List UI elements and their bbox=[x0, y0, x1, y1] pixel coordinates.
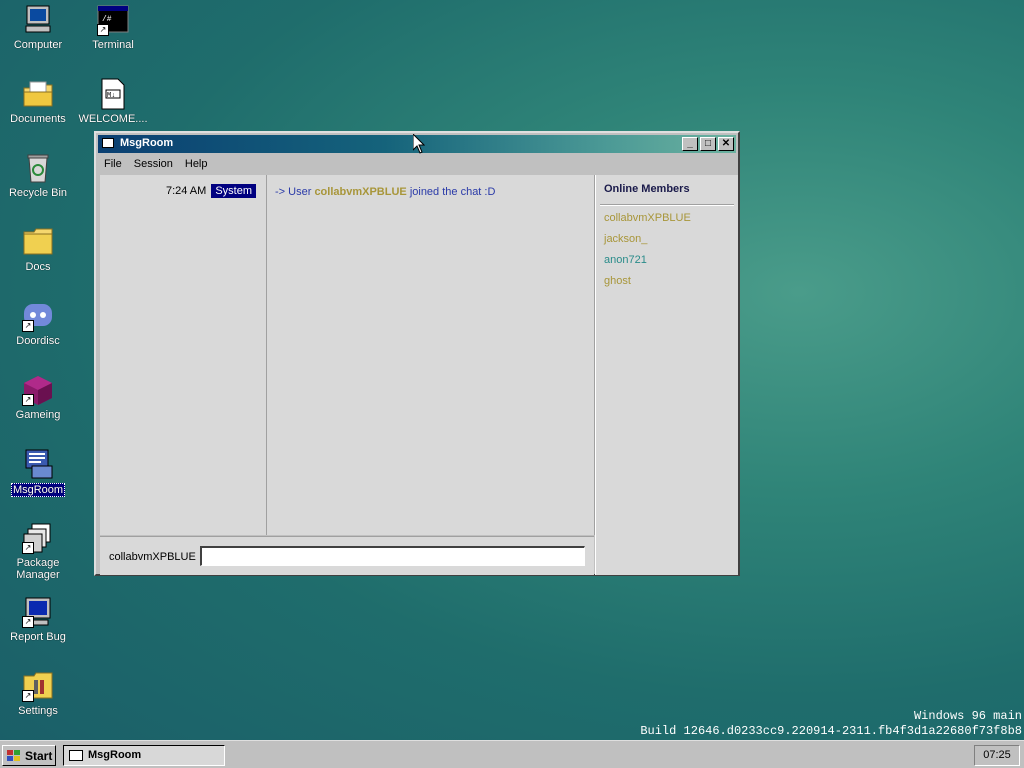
message-time: 7:24 AM bbox=[165, 185, 207, 197]
message-timestamps-pane: 7:24 AM System bbox=[100, 175, 267, 535]
desktop-icon-label: Computer bbox=[13, 39, 63, 51]
terminal-icon: /# ↗ bbox=[97, 4, 129, 36]
chat-input-row: collabvmXPBLUE bbox=[100, 536, 594, 575]
desktop-icon-label: WELCOME.... bbox=[78, 113, 148, 125]
desktop-icon-label: Recycle Bin bbox=[8, 187, 68, 199]
svg-text:M↓: M↓ bbox=[107, 92, 115, 100]
message-username: collabvmXPBLUE bbox=[314, 186, 407, 198]
report-bug-icon: ↗ bbox=[22, 596, 54, 628]
start-button[interactable]: Start bbox=[2, 745, 56, 766]
desktop-icon-package-manager[interactable]: ↗ Package Manager bbox=[0, 522, 76, 581]
message-prefix: -> User bbox=[275, 186, 312, 198]
system-clock: 07:25 bbox=[974, 745, 1020, 766]
desktop-icon-label: Report Bug bbox=[10, 631, 66, 643]
desktop-icon-label: MsgRoom bbox=[10, 483, 66, 497]
desktop-icon-label: Package Manager bbox=[16, 557, 60, 581]
settings-icon: ↗ bbox=[22, 670, 54, 702]
desktop-icon-label: Doordisc bbox=[16, 335, 60, 347]
desktop-icon-recycle-bin[interactable]: Recycle Bin bbox=[0, 152, 76, 199]
message-suffix: joined the chat :D bbox=[409, 186, 496, 198]
desktop-icon-label: Documents bbox=[10, 113, 66, 125]
computer-icon bbox=[22, 4, 54, 36]
message-meta: 7:24 AM System bbox=[165, 184, 256, 198]
doordisc-icon: ↗ bbox=[22, 300, 54, 332]
menu-file[interactable]: File bbox=[98, 155, 128, 170]
online-members-pane: Online Members collabvmXPBLUE jackson_ a… bbox=[595, 175, 738, 575]
members-divider bbox=[600, 204, 734, 206]
msgroom-title-icon bbox=[102, 138, 114, 148]
members-title: Online Members bbox=[604, 183, 690, 195]
message-sender-badge: System bbox=[211, 184, 256, 198]
desktop-icon-doordisc[interactable]: ↗ Doordisc bbox=[0, 300, 76, 347]
mouse-cursor-icon bbox=[412, 132, 426, 157]
message-list-pane[interactable]: -> User collabvmXPBLUE joined the chat :… bbox=[267, 175, 595, 535]
start-logo-icon bbox=[7, 750, 20, 761]
desktop-icon-documents[interactable]: Documents bbox=[0, 78, 76, 125]
close-button[interactable]: ✕ bbox=[718, 137, 734, 151]
chat-message-input[interactable] bbox=[200, 546, 585, 566]
member-item[interactable]: ghost bbox=[604, 275, 631, 287]
documents-folder-icon bbox=[22, 78, 54, 110]
recycle-bin-icon bbox=[22, 152, 54, 184]
package-manager-icon: ↗ bbox=[22, 522, 54, 554]
desktop-icon-docs[interactable]: Docs bbox=[0, 226, 76, 273]
markdown-file-icon: M↓ bbox=[97, 78, 129, 110]
desktop-icon-report-bug[interactable]: ↗ Report Bug bbox=[0, 596, 76, 643]
folder-icon bbox=[22, 226, 54, 258]
desktop-icon-label: Settings bbox=[18, 705, 58, 717]
msgroom-window[interactable]: MsgRoom _ □ ✕ File Session Help 7:24 AM Sys… bbox=[94, 131, 740, 576]
taskbar: Start MsgRoom 07:25 bbox=[0, 740, 1024, 768]
nickname-label: collabvmXPBLUE bbox=[109, 551, 196, 563]
desktop-icon-gameing[interactable]: ↗ Gameing bbox=[0, 374, 76, 421]
desktop-icon-label: Gameing bbox=[15, 409, 61, 421]
maximize-button[interactable]: □ bbox=[700, 137, 716, 151]
window-title: MsgRoom bbox=[120, 137, 174, 149]
member-item[interactable]: anon721 bbox=[604, 254, 647, 266]
member-item[interactable]: collabvmXPBLUE bbox=[604, 212, 691, 224]
desktop-icon-label: Docs bbox=[25, 261, 51, 273]
build-version-line1: Windows 96 main bbox=[913, 709, 1022, 723]
menu-session[interactable]: Session bbox=[128, 155, 179, 170]
taskbar-item-label: MsgRoom bbox=[88, 749, 142, 761]
build-version-line2: Build 12646.d0233cc9.220914-2311.fb4f3d1… bbox=[640, 724, 1022, 738]
desktop-icon-welcome[interactable]: M↓ WELCOME.... bbox=[75, 78, 151, 125]
cube-icon: ↗ bbox=[22, 374, 54, 406]
member-item[interactable]: jackson_ bbox=[604, 233, 647, 245]
minimize-button[interactable]: _ bbox=[682, 137, 698, 151]
desktop-icon-settings[interactable]: ↗ Settings bbox=[0, 670, 76, 717]
menubar: File Session Help bbox=[98, 155, 736, 173]
desktop-icon-computer[interactable]: Computer bbox=[0, 4, 76, 51]
start-label: Start bbox=[25, 749, 53, 763]
msgroom-icon bbox=[22, 448, 54, 480]
desktop-icon-msgroom[interactable]: MsgRoom bbox=[0, 448, 76, 497]
msgroom-task-icon bbox=[69, 750, 83, 761]
svg-text:/#: /# bbox=[102, 15, 112, 24]
message-text: -> User collabvmXPBLUE joined the chat :… bbox=[275, 186, 495, 198]
taskbar-item-msgroom[interactable]: MsgRoom bbox=[63, 745, 225, 766]
desktop-icon-label: Terminal bbox=[92, 39, 134, 51]
desktop-icon-terminal[interactable]: /# ↗ Terminal bbox=[75, 4, 151, 51]
menu-help[interactable]: Help bbox=[179, 155, 214, 170]
